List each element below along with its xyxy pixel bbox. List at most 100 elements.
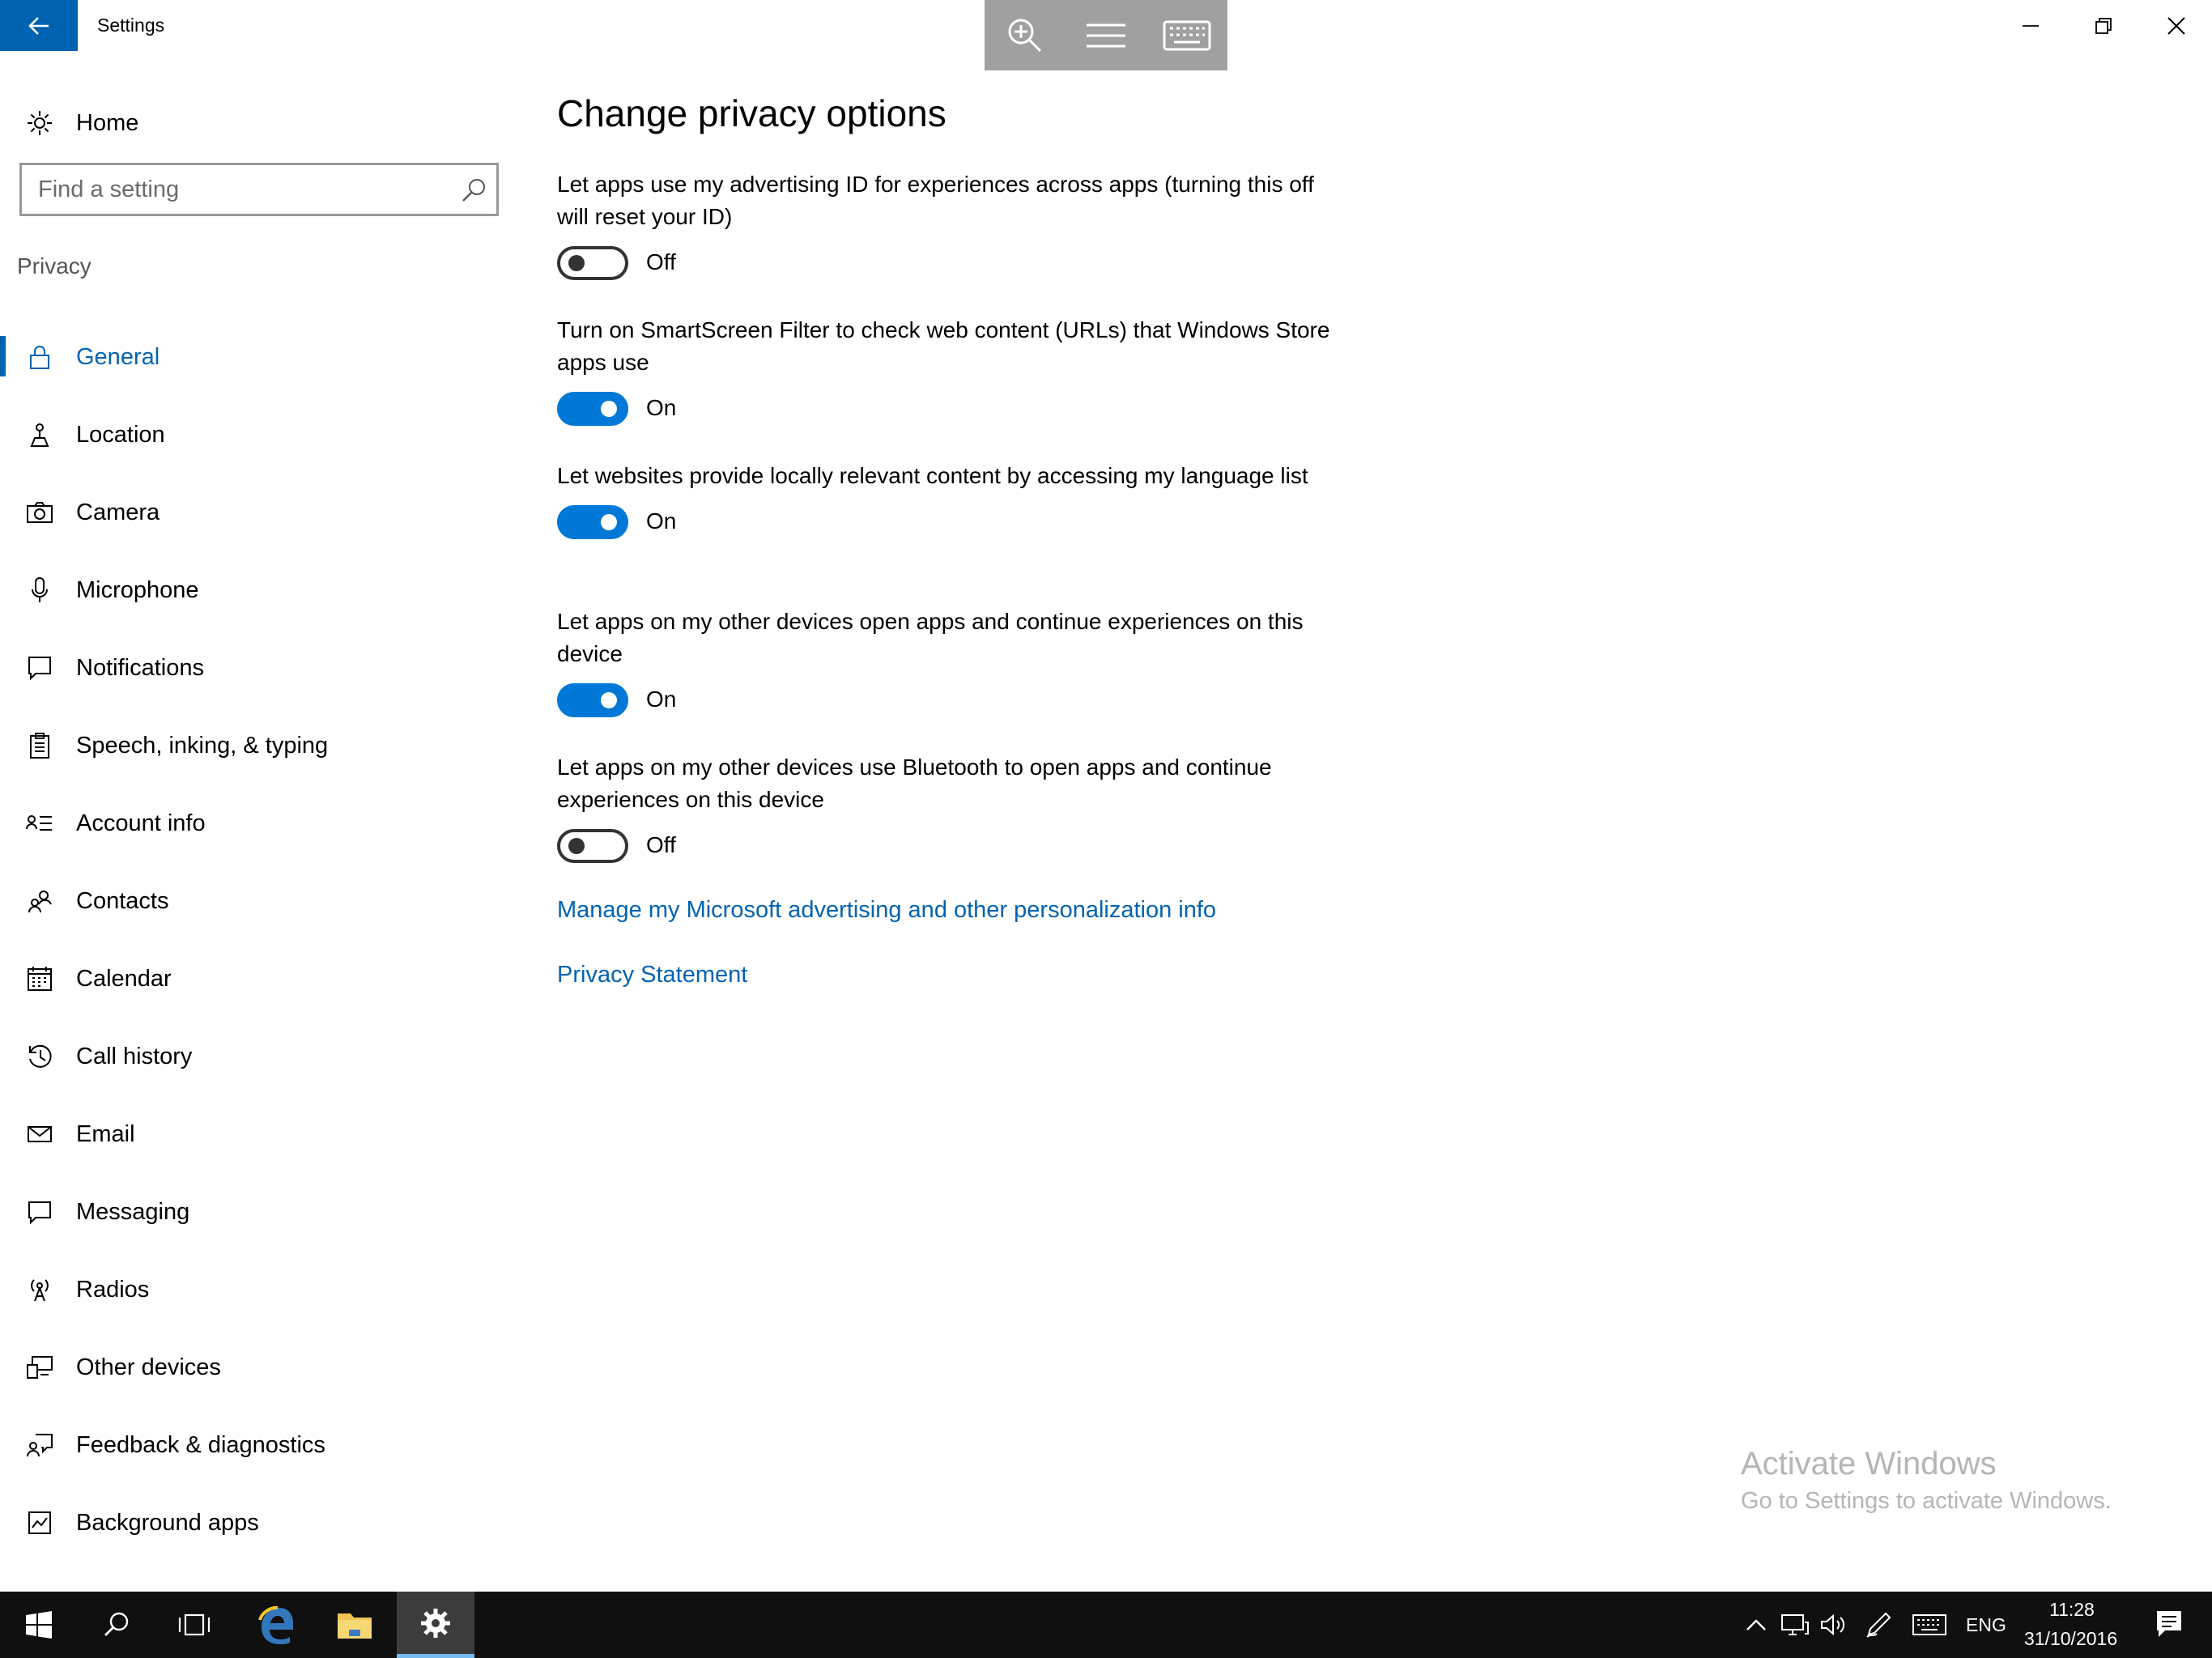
keyboard-button[interactable] (1151, 0, 1223, 70)
volume-button[interactable] (1814, 1592, 1854, 1658)
search-input[interactable] (38, 173, 459, 206)
lock-icon (24, 342, 55, 372)
clock-time[interactable]: 11:28 (2049, 1599, 2095, 1621)
background-apps-icon (24, 1507, 55, 1538)
call-history-icon (24, 1041, 55, 1072)
nav-item-label: Call history (76, 1043, 193, 1069)
nav-item-general[interactable]: General (0, 318, 518, 396)
nav-item-label: General (76, 343, 160, 370)
back-button[interactable] (0, 0, 78, 51)
nav-item-contacts[interactable]: Contacts (0, 862, 518, 940)
toggle-state-label: Off (646, 249, 676, 274)
feedback-icon (24, 1430, 55, 1460)
toggle-state-label: On (646, 508, 677, 534)
clock-date[interactable]: 31/10/2016 (2024, 1628, 2117, 1650)
nav-item-label: Other devices (76, 1354, 221, 1380)
nav-item-account-info[interactable]: Account info (0, 784, 518, 862)
home-nav-item[interactable]: Home (0, 95, 518, 151)
nav-item-speech[interactable]: Speech, inking, & typing (0, 707, 518, 784)
nav-item-label: Account info (76, 810, 206, 836)
restore-button[interactable] (2066, 0, 2141, 51)
activate-windows-subtitle: Go to Settings to activate Windows. (1741, 1488, 2112, 1514)
setting-description: Let apps on my other devices use Bluetoo… (557, 755, 1272, 812)
menu-button[interactable] (1070, 0, 1142, 70)
network-icon (1781, 1614, 1809, 1635)
keyboard-icon (1163, 20, 1211, 50)
search-box[interactable] (19, 163, 499, 216)
start-button[interactable] (0, 1592, 78, 1658)
home-label: Home (76, 109, 139, 136)
nav-item-background-apps[interactable]: Background apps (0, 1484, 518, 1562)
network-button[interactable] (1775, 1592, 1815, 1658)
show-hidden-icons-button[interactable] (1736, 1592, 1776, 1658)
toggle-row: On (557, 505, 1367, 541)
nav-item-label: Speech, inking, & typing (76, 732, 329, 759)
toggle-state-label: Off (646, 832, 676, 857)
toggle-switch[interactable] (557, 683, 628, 717)
section-title: Privacy (17, 253, 91, 278)
nav-item-call-history[interactable]: Call history (0, 1018, 518, 1095)
toggle-knob (568, 255, 585, 271)
task-view-button[interactable] (155, 1592, 233, 1658)
windows-logo-icon (26, 1611, 52, 1639)
pen-workspace-button[interactable] (1858, 1592, 1899, 1658)
toggle-knob (601, 401, 617, 417)
nav-item-location[interactable]: Location (0, 396, 518, 474)
toggle-switch[interactable] (557, 392, 628, 426)
minimize-button[interactable] (1993, 0, 2068, 51)
nav-item-label: Email (76, 1120, 135, 1147)
page-title: Change privacy options (557, 92, 946, 134)
search-icon[interactable] (461, 176, 488, 204)
privacy-nav-list: General Location Camera Microphone Notif… (0, 318, 518, 1562)
email-icon (24, 1119, 55, 1150)
setting-description: Let websites provide locally relevant co… (557, 463, 1308, 488)
restore-icon (2095, 17, 2112, 34)
nav-item-label: Background apps (76, 1509, 259, 1536)
privacy-statement-link[interactable]: Privacy Statement (557, 962, 747, 988)
toggle-knob (601, 514, 617, 530)
nav-item-calendar[interactable]: Calendar (0, 940, 518, 1018)
action-center-button[interactable] (2150, 1592, 2191, 1658)
nav-item-label: Location (76, 421, 165, 448)
action-center-icon (2157, 1611, 2181, 1637)
file-explorer-button[interactable] (316, 1592, 393, 1658)
setting-continue-experiences: Let apps on my other devices open apps a… (557, 606, 1367, 719)
setting-smartscreen: Turn on SmartScreen Filter to check web … (557, 314, 1367, 427)
settings-taskbar-button[interactable] (397, 1592, 474, 1658)
nav-item-label: Radios (76, 1276, 150, 1303)
toggle-switch[interactable] (557, 829, 628, 863)
calendar-icon (24, 963, 55, 994)
sidebar: Home Privacy General Location Camera Mic… (0, 51, 518, 1592)
manage-advertising-link[interactable]: Manage my Microsoft advertising and othe… (557, 897, 1216, 924)
toggle-switch[interactable] (557, 505, 628, 539)
nav-item-other-devices[interactable]: Other devices (0, 1329, 518, 1406)
edge-browser-button[interactable] (238, 1592, 316, 1658)
nav-item-feedback[interactable]: Feedback & diagnostics (0, 1406, 518, 1484)
nav-item-email[interactable]: Email (0, 1095, 518, 1173)
nav-item-radios[interactable]: Radios (0, 1251, 518, 1329)
toggle-knob (601, 692, 617, 708)
floating-toolbar (985, 0, 1227, 70)
other-devices-icon (24, 1352, 55, 1383)
setting-advertising-id: Let apps use my advertising ID for exper… (557, 168, 1367, 282)
zoom-in-button[interactable] (989, 0, 1061, 70)
toggle-row: On (557, 392, 1367, 427)
nav-item-messaging[interactable]: Messaging (0, 1173, 518, 1251)
nav-item-label: Feedback & diagnostics (76, 1431, 325, 1458)
search-taskbar-button[interactable] (78, 1592, 155, 1658)
speech-icon (24, 730, 55, 761)
setting-language-list: Let websites provide locally relevant co… (557, 460, 1367, 541)
account-info-icon (24, 808, 55, 839)
nav-item-camera[interactable]: Camera (0, 474, 518, 551)
nav-item-notifications[interactable]: Notifications (0, 629, 518, 707)
touch-keyboard-button[interactable] (1909, 1592, 1950, 1658)
input-language-indicator[interactable]: ENG (1966, 1614, 2006, 1636)
notifications-icon (24, 653, 55, 683)
pen-icon (1866, 1612, 1891, 1638)
camera-icon (24, 497, 55, 528)
nav-item-microphone[interactable]: Microphone (0, 551, 518, 629)
toggle-switch[interactable] (557, 246, 628, 280)
nav-item-label: Microphone (76, 576, 199, 603)
close-icon (2167, 16, 2185, 35)
close-button[interactable] (2139, 0, 2212, 51)
